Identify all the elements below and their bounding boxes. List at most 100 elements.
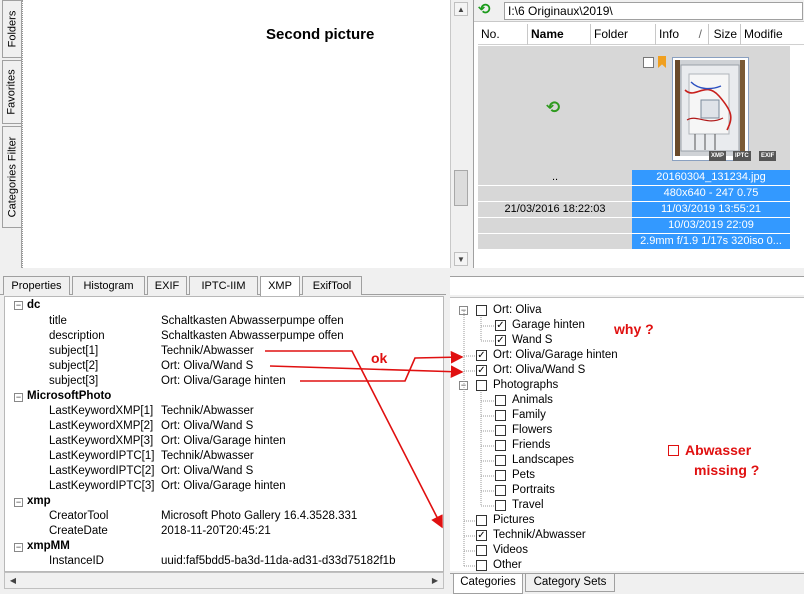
column-info[interactable]: Info / — [656, 24, 709, 45]
xmp-key: LastKeywordIPTC[3] — [49, 480, 155, 492]
category-checkbox[interactable]: ✓ — [476, 530, 487, 541]
expand-collapse-icon[interactable]: − — [459, 306, 468, 315]
collapse-icon[interactable]: − — [14, 301, 23, 310]
category-checkbox[interactable] — [495, 455, 506, 466]
collapse-icon[interactable]: − — [14, 498, 23, 507]
file-list-header: No. Name Folder Info / Size Modifie — [478, 24, 804, 45]
tab-properties[interactable]: Properties — [3, 276, 70, 295]
blank-cell — [478, 218, 632, 233]
thumbnail-image[interactable] — [675, 60, 745, 156]
category-label[interactable]: Technik/Abwasser — [493, 528, 586, 543]
preview-scrollbar[interactable]: ▲ ▼ — [450, 0, 470, 268]
category-label[interactable]: Animals — [512, 393, 553, 408]
expand-collapse-icon[interactable]: − — [459, 381, 468, 390]
category-checkbox[interactable]: ✓ — [495, 320, 506, 331]
xmp-group-dc: dc — [27, 299, 41, 311]
category-checkbox[interactable] — [495, 440, 506, 451]
category-label[interactable]: Pets — [512, 468, 535, 483]
file-info-row[interactable]: .. 20160304_131234.jpg — [478, 170, 790, 185]
xmp-key: LastKeywordIPTC[2] — [49, 465, 155, 477]
column-name[interactable]: Name — [528, 24, 591, 45]
category-label[interactable]: Flowers — [512, 423, 552, 438]
category-label[interactable]: Photographs — [493, 378, 558, 393]
category-checkbox[interactable] — [495, 470, 506, 481]
column-no[interactable]: No. — [478, 24, 528, 45]
category-checkbox[interactable]: ✓ — [495, 335, 506, 346]
xmp-value: Ort: Oliva/Garage hinten — [161, 480, 286, 492]
category-label[interactable]: Travel — [512, 498, 544, 513]
category-checkbox[interactable] — [495, 395, 506, 406]
annotation-missing: missing ? — [694, 462, 760, 478]
category-checkbox[interactable] — [495, 410, 506, 421]
scroll-down-arrow-icon[interactable]: ▼ — [454, 252, 468, 266]
parent-folder-date: 21/03/2016 18:22:03 — [478, 202, 632, 217]
tab-categories[interactable]: Categories — [453, 574, 523, 594]
annotation-empty-checkbox-icon — [668, 445, 679, 456]
category-label[interactable]: Videos — [493, 543, 528, 558]
category-checkbox[interactable] — [476, 560, 487, 571]
tab-categories-filter[interactable]: Categories Filter — [2, 126, 21, 228]
category-checkbox[interactable] — [476, 305, 487, 316]
preview-title: Second picture — [266, 26, 375, 43]
xmp-key: subject[3] — [49, 375, 99, 387]
thumbnail-checkbox[interactable] — [643, 57, 654, 68]
folder-up-icon[interactable]: ⟲ — [478, 2, 494, 18]
column-folder[interactable]: Folder — [591, 24, 656, 45]
scroll-up-arrow-icon[interactable]: ▲ — [454, 2, 468, 16]
xmp-horizontal-scrollbar[interactable]: ◀ ▶ — [4, 572, 444, 589]
scroll-right-arrow-icon[interactable]: ▶ — [428, 574, 442, 587]
category-checkbox[interactable] — [495, 500, 506, 511]
category-checkbox[interactable] — [495, 485, 506, 496]
column-info-label: Info — [659, 27, 680, 41]
path-input[interactable]: I:\6 Originaux\2019\ — [504, 2, 803, 20]
collapse-icon[interactable]: − — [14, 393, 23, 402]
tab-xmp[interactable]: XMP — [260, 276, 300, 296]
file-exposure: 2.9mm f/1.9 1/17s 320iso 0... — [632, 234, 790, 249]
tab-favorites-label: Favorites — [6, 69, 18, 115]
blank-cell — [478, 186, 632, 201]
tab-favorites[interactable]: Favorites — [2, 60, 21, 124]
file-info-row[interactable]: 2.9mm f/1.9 1/17s 320iso 0... — [478, 234, 790, 249]
category-label[interactable]: Ort: Oliva — [493, 303, 542, 318]
category-label[interactable]: Garage hinten — [512, 318, 585, 333]
tab-category-sets[interactable]: Category Sets — [525, 574, 615, 592]
scroll-thumb[interactable] — [454, 170, 468, 206]
column-modified[interactable]: Modifie — [741, 24, 804, 45]
tab-exiftool[interactable]: ExifTool — [302, 276, 362, 295]
category-label[interactable]: Family — [512, 408, 546, 423]
category-checkbox[interactable] — [495, 425, 506, 436]
xmp-value: Technik/Abwasser — [161, 450, 254, 462]
tab-folders[interactable]: Folders — [2, 0, 21, 58]
file-info-row[interactable]: 10/03/2019 22:09 — [478, 218, 790, 233]
category-checkbox[interactable] — [476, 515, 487, 526]
category-label[interactable]: Ort: Oliva/Garage hinten — [493, 348, 618, 363]
scroll-left-arrow-icon[interactable]: ◀ — [6, 574, 20, 587]
category-checkbox[interactable]: ✓ — [476, 365, 487, 376]
file-info-row[interactable]: 21/03/2016 18:22:03 11/03/2019 13:55:21 — [478, 202, 790, 217]
file-info-row[interactable]: 480x640 - 247 0.75 — [478, 186, 790, 201]
category-checkbox[interactable] — [476, 545, 487, 556]
category-checkbox[interactable]: ✓ — [476, 350, 487, 361]
category-label[interactable]: Portraits — [512, 483, 555, 498]
xmp-key: LastKeywordXMP[2] — [49, 420, 154, 432]
category-label[interactable]: Other — [493, 558, 522, 573]
annotation-why: why ? — [614, 321, 654, 337]
column-size[interactable]: Size — [709, 24, 741, 45]
tab-iptc-iim[interactable]: IPTC-IIM — [189, 276, 258, 295]
side-tab-strip: Folders Favorites Categories Filter — [0, 0, 22, 268]
xmp-key: LastKeywordXMP[3] — [49, 435, 154, 447]
collapse-icon[interactable]: − — [14, 543, 23, 552]
xmp-value: Ort: Oliva/Garage hinten — [161, 435, 286, 447]
category-label[interactable]: Ort: Oliva/Wand S — [493, 363, 585, 378]
category-checkbox[interactable] — [476, 380, 487, 391]
category-label[interactable]: Friends — [512, 438, 550, 453]
xmp-group-microsoftphoto: MicrosoftPhoto — [27, 390, 112, 402]
parent-folder-icon[interactable]: ⟲ — [546, 99, 560, 117]
tab-histogram[interactable]: Histogram — [72, 276, 145, 295]
tab-exif[interactable]: EXIF — [147, 276, 187, 295]
category-label[interactable]: Wand S — [512, 333, 552, 348]
category-label[interactable]: Pictures — [493, 513, 535, 528]
xmp-value: Ort: Oliva/Garage hinten — [161, 375, 286, 387]
exif-badge: EXIF — [759, 151, 777, 161]
category-label[interactable]: Landscapes — [512, 453, 574, 468]
